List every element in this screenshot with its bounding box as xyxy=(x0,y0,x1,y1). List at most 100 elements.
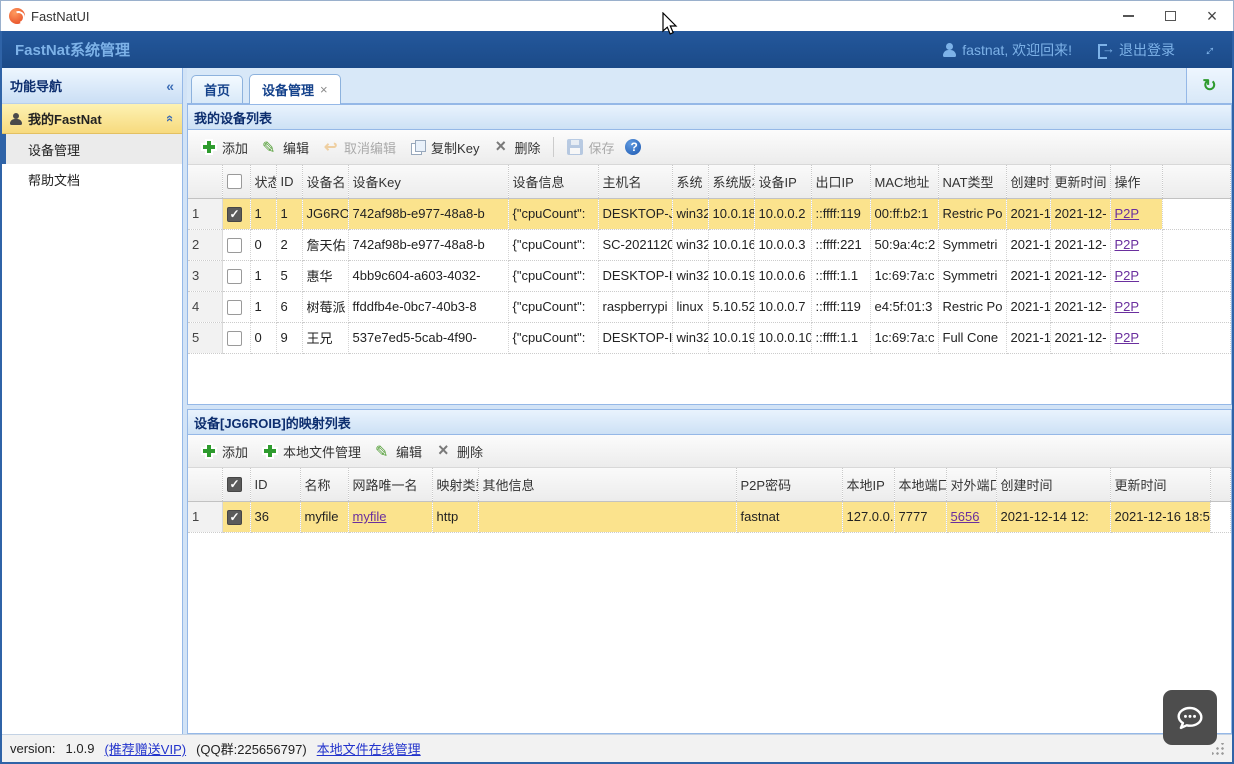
row-checkbox[interactable] xyxy=(227,510,242,525)
sidebar-header: 功能导航 « xyxy=(2,68,182,104)
row-checkbox[interactable] xyxy=(227,300,242,315)
table-row[interactable]: 202詹天佑742af98b-e977-48a8-b{"cpuCount":SC… xyxy=(188,229,1231,260)
collapse-sidebar-icon[interactable]: « xyxy=(166,78,174,94)
select-all-checkbox[interactable] xyxy=(227,174,242,189)
col-netname[interactable]: 网路唯一名 xyxy=(348,468,432,501)
col-num xyxy=(188,165,222,198)
toolbar-button-label: 保存 xyxy=(588,138,614,157)
delete-button[interactable]: 删除 xyxy=(486,135,547,160)
cell-os: win32 xyxy=(672,322,708,353)
mapping-list-panel: 设备[JG6ROIB]的映射列表 添加本地文件管理编辑删除 ID名称网路唯一名映… xyxy=(187,409,1232,734)
col-localport[interactable]: 本地端口 xyxy=(894,468,946,501)
cell-info: {"cpuCount": xyxy=(508,291,598,322)
col-devkey[interactable]: 设备Key xyxy=(348,165,508,198)
table-row[interactable]: 136myfilemyfilehttpfastnat127.0.0.177775… xyxy=(188,501,1231,532)
col-mac[interactable]: MAC地址 xyxy=(870,165,938,198)
col-nat[interactable]: NAT类型 xyxy=(938,165,1006,198)
chat-widget-button[interactable] xyxy=(1163,690,1217,745)
cell-info: {"cpuCount": xyxy=(508,198,598,229)
col-p2ppwd[interactable]: P2P密码 xyxy=(736,468,842,501)
col-info[interactable]: 设备信息 xyxy=(508,165,598,198)
edit-button[interactable]: 编辑 xyxy=(255,135,316,160)
sidebar-item-device-manage[interactable]: 设备管理 xyxy=(2,134,182,164)
table-row[interactable]: 111JG6ROIB742af98b-e977-48a8-b{"cpuCount… xyxy=(188,198,1231,229)
status-bar: version: 1.0.9 (推荐赠送VIP) (QQ群:225656797)… xyxy=(2,734,1232,762)
op-link[interactable]: P2P xyxy=(1115,237,1140,252)
col-host[interactable]: 主机名 xyxy=(598,165,672,198)
col-updated[interactable]: 更新时间 xyxy=(1050,165,1110,198)
row-checkbox[interactable] xyxy=(227,331,242,346)
op-link[interactable]: P2P xyxy=(1115,206,1140,221)
logout-label: 退出登录 xyxy=(1119,40,1175,60)
add-button[interactable]: 添加 xyxy=(194,135,255,160)
col-created[interactable]: 创建时间 xyxy=(1006,165,1050,198)
sidebar: 功能导航 « 我的FastNat « 设备管理 帮助文档 xyxy=(2,68,183,734)
col-check[interactable] xyxy=(222,165,250,198)
op-link[interactable]: P2P xyxy=(1115,268,1140,283)
cancel-edit-button[interactable]: 取消编辑 xyxy=(316,135,403,160)
col-os[interactable]: 系统 xyxy=(672,165,708,198)
col-other[interactable]: 其他信息 xyxy=(478,468,736,501)
cell-status: 0 xyxy=(250,229,276,260)
local-file-online-link[interactable]: 本地文件在线管理 xyxy=(317,739,421,758)
col-id[interactable]: ID xyxy=(250,468,300,501)
op-link[interactable]: P2P xyxy=(1115,330,1140,345)
table-row[interactable]: 416树莓派ffddfb4e-0bc7-40b3-8{"cpuCount":ra… xyxy=(188,291,1231,322)
col-name[interactable]: 名称 xyxy=(300,468,348,501)
col-outip[interactable]: 出口IP xyxy=(811,165,870,198)
col-devip[interactable]: 设备IP xyxy=(754,165,811,198)
vip-link[interactable]: (推荐赠送VIP) xyxy=(104,739,186,758)
cell-devkey: ffddfb4e-0bc7-40b3-8 xyxy=(348,291,508,322)
cell-id: 36 xyxy=(250,501,300,532)
sidebar-item-label: 设备管理 xyxy=(28,140,80,159)
row-checkbox[interactable] xyxy=(227,269,242,284)
cell-num: 1 xyxy=(188,198,222,229)
mapping-panel-title: 设备[JG6ROIB]的映射列表 xyxy=(188,410,1231,435)
save-button[interactable]: 保存 xyxy=(560,135,621,160)
tab-close-icon[interactable]: × xyxy=(320,82,328,97)
table-row[interactable]: 509王兄537e7ed5-5cab-4f90-{"cpuCount":DESK… xyxy=(188,322,1231,353)
delete-icon xyxy=(436,443,452,459)
col-name[interactable]: 设备名 xyxy=(302,165,348,198)
help-button[interactable] xyxy=(621,136,645,158)
col-id[interactable]: ID xyxy=(276,165,302,198)
copy-key-button[interactable]: 复制Key xyxy=(403,135,486,160)
cell-devip: 10.0.0.6 xyxy=(754,260,811,291)
remoteport-link[interactable]: 5656 xyxy=(951,509,980,524)
col-updated[interactable]: 更新时间 xyxy=(1110,468,1210,501)
close-button[interactable]: × xyxy=(1191,2,1233,31)
minimize-button[interactable] xyxy=(1107,2,1149,31)
fullscreen-icon[interactable]: ↔ xyxy=(1197,38,1220,61)
cell-devkey: 537e7ed5-5cab-4f90- xyxy=(348,322,508,353)
add-mapping-button[interactable]: 添加 xyxy=(194,439,255,464)
netname-link[interactable]: myfile xyxy=(353,509,387,524)
col-status[interactable]: 状态 xyxy=(250,165,276,198)
sidebar-section-myfastnat[interactable]: 我的FastNat « xyxy=(2,104,182,134)
row-checkbox[interactable] xyxy=(227,238,242,253)
edit-mapping-button[interactable]: 编辑 xyxy=(368,439,429,464)
col-op[interactable]: 操作 xyxy=(1110,165,1162,198)
toolbar-button-label: 复制Key xyxy=(431,138,479,157)
col-check[interactable] xyxy=(222,468,250,501)
col-created[interactable]: 创建时间 xyxy=(996,468,1110,501)
select-all-checkbox[interactable] xyxy=(227,477,242,492)
col-maptype[interactable]: 映射类型 xyxy=(432,468,478,501)
table-row[interactable]: 315惠华4bb9c604-a603-4032-{"cpuCount":DESK… xyxy=(188,260,1231,291)
delete-mapping-button[interactable]: 删除 xyxy=(429,439,490,464)
cell-osver: 5.10.52 xyxy=(708,291,754,322)
tab-label: 首页 xyxy=(204,80,230,99)
logout-button[interactable]: 退出登录 xyxy=(1098,40,1175,60)
local-file-manage-button[interactable]: 本地文件管理 xyxy=(255,439,368,464)
col-remoteport[interactable]: 对外端口 xyxy=(946,468,996,501)
col-osver[interactable]: 系统版本 xyxy=(708,165,754,198)
refresh-icon[interactable]: ↻ xyxy=(1202,76,1216,96)
row-checkbox[interactable] xyxy=(227,207,242,222)
col-localip[interactable]: 本地IP xyxy=(842,468,894,501)
op-link[interactable]: P2P xyxy=(1115,299,1140,314)
tab-home[interactable]: 首页 xyxy=(191,75,243,103)
maximize-button[interactable] xyxy=(1149,2,1191,31)
sidebar-item-help-docs[interactable]: 帮助文档 xyxy=(2,164,182,194)
cell-created: 2021-1 xyxy=(1006,198,1050,229)
resize-grip[interactable] xyxy=(1212,743,1224,755)
tab-device-manage[interactable]: 设备管理 × xyxy=(249,74,341,104)
